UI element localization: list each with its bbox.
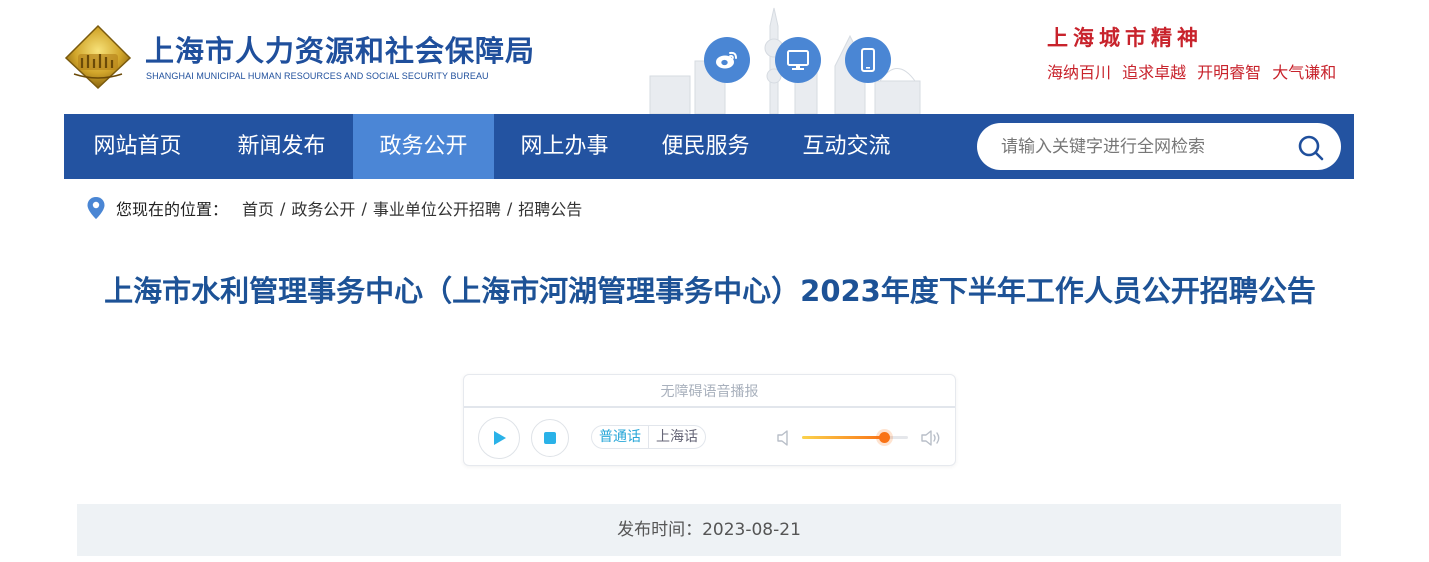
desktop-icon — [787, 50, 809, 70]
city-spirit-motto: 海纳百川 追求卓越 开明睿智 大气谦和 — [1047, 63, 1337, 82]
desktop-site-link[interactable] — [775, 37, 821, 83]
breadcrumb-recruitment-notice[interactable]: 招聘公告 — [518, 196, 582, 220]
main-nav: 网站首页 新闻发布 政务公开 网上办事 便民服务 互动交流 — [64, 114, 1354, 179]
volume-low-icon[interactable] — [776, 429, 792, 447]
nav-item-government-affairs[interactable]: 政务公开 — [353, 114, 494, 179]
nav-item-interaction[interactable]: 互动交流 — [776, 114, 917, 179]
weibo-link[interactable] — [704, 37, 750, 83]
bureau-emblem-logo[interactable] — [64, 24, 132, 90]
location-pin-icon — [87, 197, 105, 219]
bureau-name-en: SHANGHAI MUNICIPAL HUMAN RESOURCES AND S… — [146, 71, 489, 81]
breadcrumb: 您现在的位置： 首页 / 政务公开 / 事业单位公开招聘 / 招聘公告 — [86, 196, 582, 220]
nav-item-online-services[interactable]: 网上办事 — [494, 114, 635, 179]
dialect-mandarin-option[interactable]: 普通话 — [592, 426, 649, 448]
play-button[interactable] — [478, 417, 520, 459]
breadcrumb-separator: / — [361, 198, 367, 218]
site-header: 上海市人力资源和社会保障局 SHANGHAI MUNICIPAL HUMAN R… — [0, 0, 1429, 114]
site-search — [977, 123, 1341, 170]
accessibility-audio-player: 无障碍语音播报 普通话 上海话 — [463, 374, 956, 466]
weibo-icon — [716, 51, 737, 69]
nav-item-news[interactable]: 新闻发布 — [211, 114, 352, 179]
search-input[interactable] — [1001, 123, 1291, 170]
volume-slider[interactable] — [802, 432, 908, 443]
dialect-switcher: 普通话 上海话 — [591, 425, 706, 449]
nav-item-public-services[interactable]: 便民服务 — [635, 114, 776, 179]
breadcrumb-home[interactable]: 首页 — [242, 196, 274, 220]
player-title: 无障碍语音播报 — [660, 384, 759, 400]
breadcrumb-public-recruitment[interactable]: 事业单位公开招聘 — [373, 196, 501, 220]
play-icon — [494, 431, 506, 445]
bureau-name-cn[interactable]: 上海市人力资源和社会保障局 — [145, 28, 535, 70]
publish-info-bar: 发布时间：2023-08-21 — [77, 504, 1341, 556]
nav-item-home[interactable]: 网站首页 — [64, 114, 211, 179]
stop-button[interactable] — [531, 419, 569, 457]
breadcrumb-separator: / — [280, 198, 286, 218]
breadcrumb-separator: / — [506, 198, 513, 218]
breadcrumb-label: 您现在的位置： — [116, 200, 229, 219]
stop-icon — [544, 432, 556, 444]
article-title: 上海市水利管理事务中心（上海市河湖管理事务中心）2023年度下半年工作人员公开招… — [104, 274, 1316, 308]
publish-time-label: 发布时间： — [617, 520, 703, 540]
volume-slider-handle[interactable] — [878, 432, 890, 443]
volume-high-icon[interactable] — [920, 428, 942, 448]
volume-slider-fill — [802, 436, 884, 439]
mobile-site-link[interactable] — [845, 37, 891, 83]
breadcrumb-government-affairs[interactable]: 政务公开 — [291, 196, 355, 220]
search-icon[interactable] — [1297, 134, 1325, 162]
publish-date: 2023-08-21 — [702, 520, 801, 540]
city-spirit-title: 上海城市精神 — [1047, 25, 1203, 50]
mobile-icon — [861, 48, 875, 72]
dialect-shanghainese-option[interactable]: 上海话 — [649, 426, 705, 448]
playback-progress-bar[interactable] — [464, 406, 955, 408]
